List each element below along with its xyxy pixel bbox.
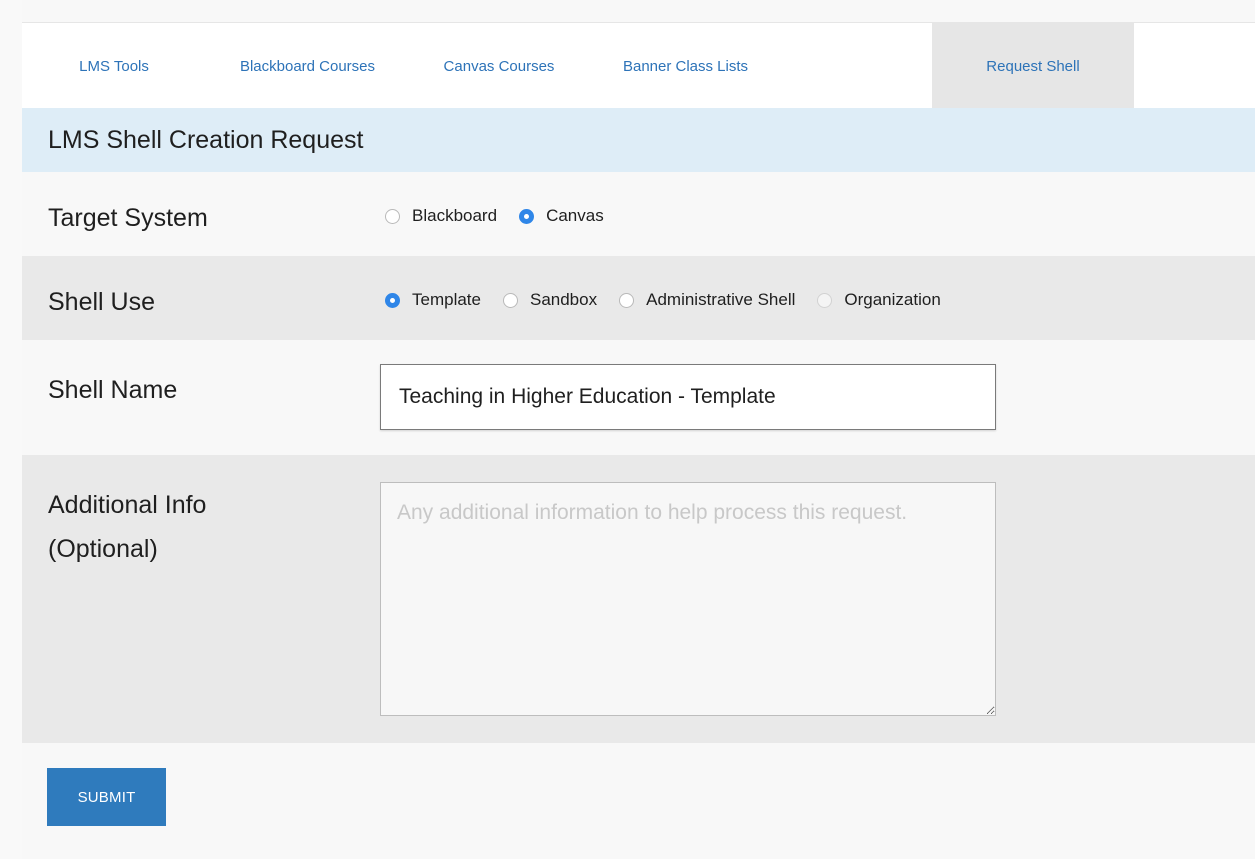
shell-use-sandbox-option[interactable]: Sandbox bbox=[502, 290, 598, 310]
tab-blackboard-courses[interactable]: Blackboard Courses bbox=[206, 23, 409, 109]
page: LMS Tools Blackboard Courses Canvas Cour… bbox=[22, 0, 1255, 859]
tab-lms-tools[interactable]: LMS Tools bbox=[22, 23, 206, 109]
radio-label: Sandbox bbox=[529, 290, 598, 309]
shell-use-organization-option[interactable]: Organization bbox=[817, 290, 941, 310]
radio-label: Blackboard bbox=[412, 206, 498, 225]
shell-use-radio-group: Template Sandbox Administrative Shell Or… bbox=[385, 290, 963, 310]
shell-use-row: Shell Use Template Sandbox Administrativ… bbox=[22, 256, 1255, 340]
target-system-label: Target System bbox=[48, 204, 208, 232]
radio-button[interactable] bbox=[385, 208, 400, 224]
shell-name-label: Shell Name bbox=[48, 376, 178, 404]
additional-info-label-line1: Additional Info bbox=[48, 491, 207, 519]
shell-name-input[interactable] bbox=[380, 364, 996, 430]
tab-request-shell[interactable]: Request Shell bbox=[932, 23, 1134, 109]
radio-button-checked[interactable] bbox=[385, 292, 400, 308]
shell-use-administrative-option[interactable]: Administrative Shell bbox=[619, 290, 795, 310]
radio-label: Template bbox=[412, 290, 481, 309]
radio-button-disabled[interactable] bbox=[817, 292, 833, 308]
shell-use-label: Shell Use bbox=[48, 288, 155, 316]
additional-info-label-line2: (Optional) bbox=[48, 535, 158, 563]
target-system-radio-group: Blackboard Canvas bbox=[385, 206, 626, 226]
submit-button[interactable]: SUBMIT bbox=[47, 768, 166, 826]
tab-bar: LMS Tools Blackboard Courses Canvas Cour… bbox=[22, 22, 1255, 109]
tab-banner-class-lists[interactable]: Banner Class Lists bbox=[589, 23, 782, 109]
target-system-row: Target System Blackboard Canvas bbox=[22, 172, 1255, 256]
radio-label: Canvas bbox=[546, 206, 604, 225]
radio-label: Administrative Shell bbox=[646, 290, 796, 309]
radio-button[interactable] bbox=[502, 292, 518, 308]
shell-use-template-option[interactable]: Template bbox=[385, 290, 481, 310]
additional-info-textarea[interactable] bbox=[380, 482, 996, 716]
target-system-canvas-option[interactable]: Canvas bbox=[519, 206, 604, 226]
page-title: LMS Shell Creation Request bbox=[22, 108, 1255, 172]
radio-label: Organization bbox=[844, 290, 941, 309]
radio-button[interactable] bbox=[619, 292, 635, 308]
additional-info-label: Additional Info (Optional) bbox=[48, 487, 206, 567]
target-system-blackboard-option[interactable]: Blackboard bbox=[385, 206, 497, 226]
tab-canvas-courses[interactable]: Canvas Courses bbox=[409, 23, 589, 109]
radio-button-checked[interactable] bbox=[519, 208, 535, 224]
